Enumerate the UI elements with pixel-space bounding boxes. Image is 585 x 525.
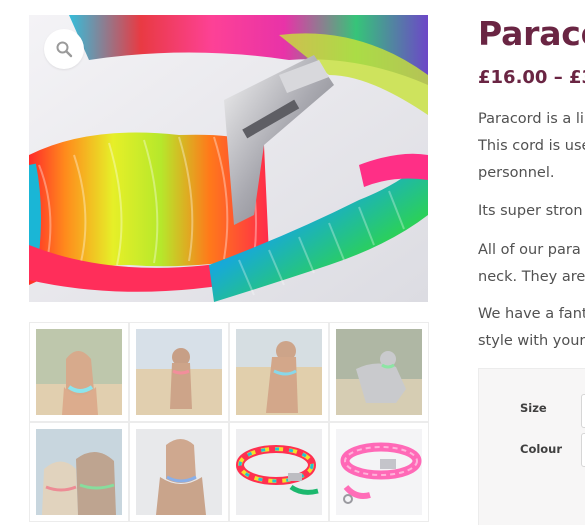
thumbnail-6[interactable] [129, 422, 229, 522]
description-paragraph-2: Its super stron [478, 198, 585, 225]
description-line: We have a fant [478, 306, 585, 322]
description-line: Its super stron [478, 203, 583, 219]
size-select[interactable] [581, 394, 585, 428]
dog-photo [136, 329, 222, 415]
thumbnail-gallery [29, 322, 429, 525]
pink-collar-photo [336, 429, 422, 515]
dog-photo [36, 329, 122, 415]
thumbnail-2[interactable] [129, 322, 229, 422]
thumbnail-3[interactable] [229, 322, 329, 422]
rainbow-collar-photo [236, 429, 322, 515]
thumbnail-1[interactable] [29, 322, 129, 422]
product-price: £16.00 – £3. [478, 67, 585, 88]
main-product-image[interactable] [29, 15, 428, 302]
product-summary: Paraco £16.00 – £3. Paracord is a li Thi… [478, 0, 585, 525]
dog-photo [36, 429, 122, 515]
thumbnail-7[interactable] [229, 422, 329, 522]
variations-box: Size Colour [478, 368, 585, 525]
description-line: neck. They are [478, 269, 585, 285]
magnifier-icon [56, 41, 73, 58]
description-line: style with your [478, 333, 585, 349]
dog-photo [236, 329, 322, 415]
product-title: Paraco [478, 14, 585, 53]
description-line: personnel. [478, 165, 555, 181]
description-paragraph-3: All of our para neck. They are [478, 237, 585, 291]
thumbnail-8[interactable] [329, 422, 429, 522]
dog-photo [136, 429, 222, 515]
size-label: Size [520, 401, 547, 415]
thumbnail-4[interactable] [329, 322, 429, 422]
colour-select[interactable] [581, 433, 585, 467]
dog-photo [336, 329, 422, 415]
thumbnail-5[interactable] [29, 422, 129, 522]
description-line: Paracord is a li [478, 111, 584, 127]
rainbow-paracord-collar-photo [29, 15, 428, 302]
description-paragraph-4: We have a fant style with your [478, 301, 585, 355]
colour-label: Colour [520, 442, 563, 456]
description-line: This cord is use [478, 138, 585, 154]
description-line: All of our para [478, 242, 581, 258]
zoom-button[interactable] [44, 29, 84, 69]
description-paragraph-1: Paracord is a li This cord is use person… [478, 106, 585, 187]
